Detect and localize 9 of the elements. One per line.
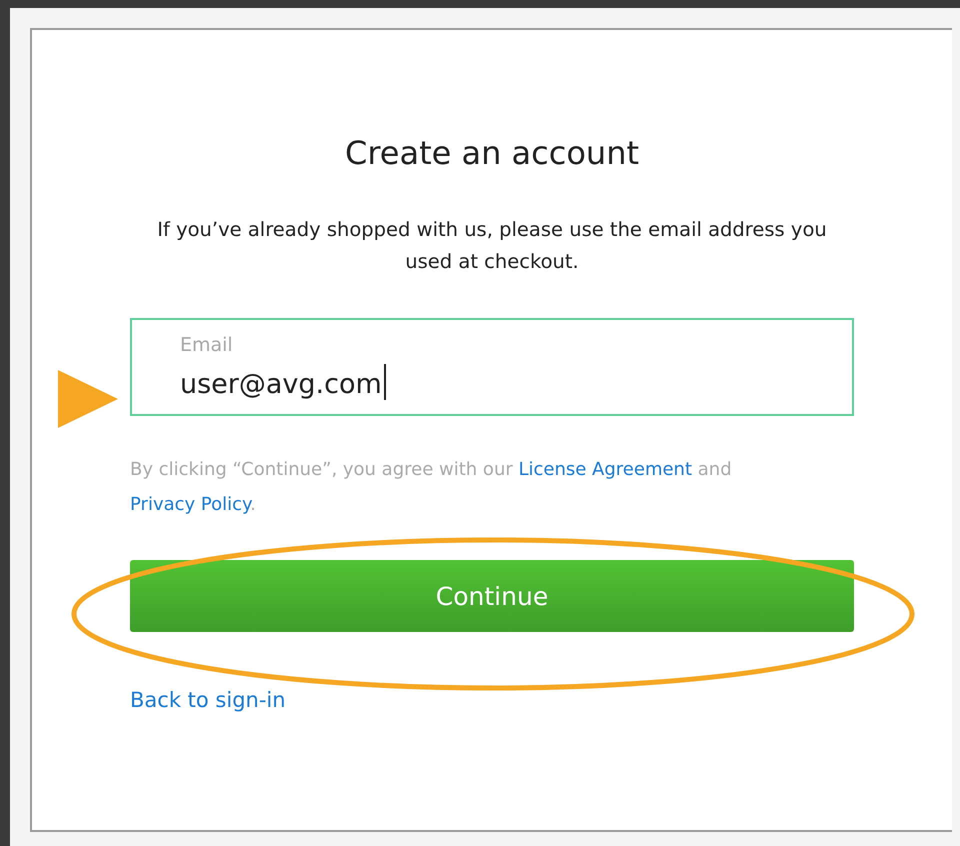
intro-text: If you’ve already shopped with us, please use the email address you used at checkout. (157, 217, 827, 275)
page-title: Create an account (344, 134, 640, 172)
legal-link[interactable]: Privacy Policy (130, 494, 250, 515)
continue-button[interactable]: Continue (130, 560, 854, 632)
field-label: Email (180, 334, 233, 356)
legal-link[interactable]: License Agreement (518, 459, 692, 480)
back-link[interactable]: Back to sign-in (130, 688, 286, 712)
text-cursor (384, 364, 386, 400)
legal-text: By clicking “Continue”, you agree with our License Agreement and Privacy Policy. (130, 458, 733, 517)
